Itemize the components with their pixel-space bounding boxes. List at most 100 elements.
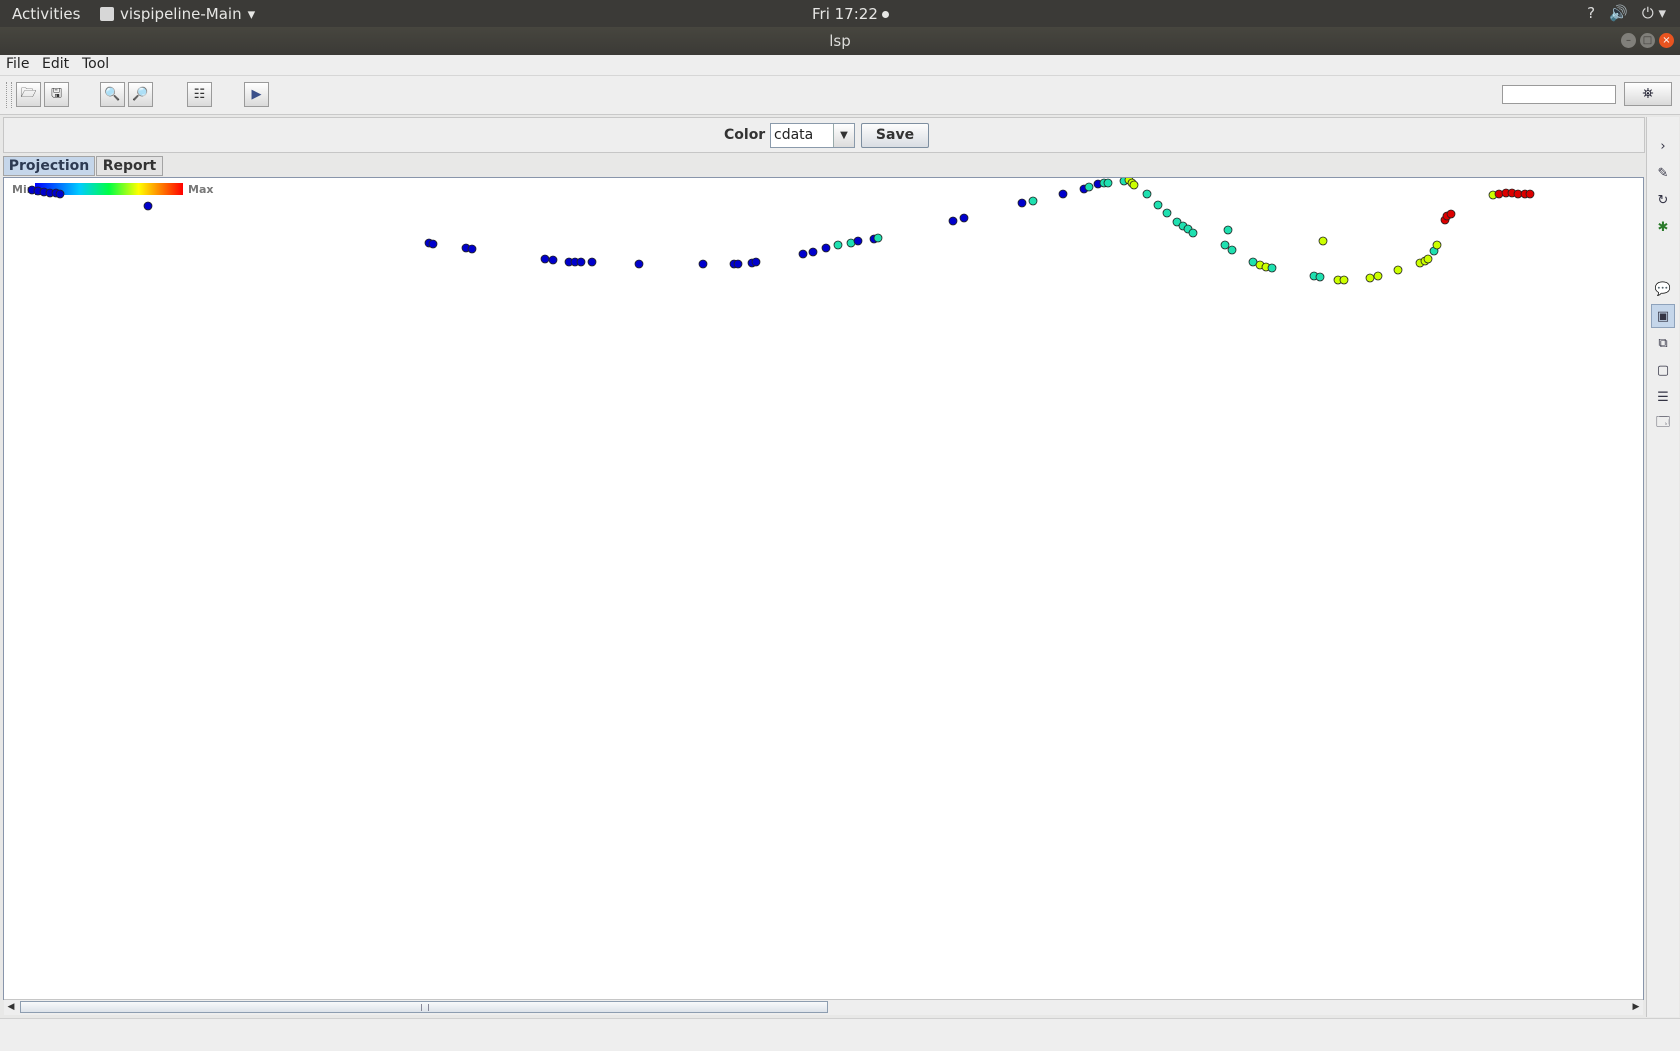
data-point[interactable] [540, 254, 550, 264]
color-label: Color [724, 127, 766, 143]
toolbar-grip[interactable] [6, 82, 12, 108]
checklist-button[interactable]: ☷ [187, 82, 212, 107]
zoom-out-button[interactable]: 🔎 [128, 82, 153, 107]
scrollbar-thumb[interactable] [20, 1001, 828, 1013]
axes-button[interactable]: ✱ [1651, 215, 1675, 239]
data-point[interactable] [1525, 189, 1535, 199]
data-point[interactable] [634, 259, 644, 269]
data-point[interactable] [853, 236, 863, 246]
clock[interactable]: Fri 17:22 [812, 5, 889, 23]
data-point[interactable] [959, 213, 969, 223]
data-point[interactable] [873, 233, 883, 243]
search-button[interactable]: ⛯ [1624, 82, 1672, 106]
frame-button[interactable]: ▢ [1651, 358, 1675, 382]
java-app-icon [100, 7, 114, 21]
app-menu[interactable]: vispipeline-Main ▾ [100, 5, 255, 23]
data-point[interactable] [1188, 228, 1198, 238]
tab-report[interactable]: Report [96, 156, 163, 176]
scroll-left-icon[interactable]: ◀ [4, 1000, 18, 1015]
save-button[interactable]: Save [861, 123, 929, 148]
data-point[interactable] [428, 239, 438, 249]
data-point[interactable] [1142, 189, 1152, 199]
data-point[interactable] [587, 257, 597, 267]
data-point[interactable] [1223, 225, 1233, 235]
selection-button[interactable]: ▣ [1651, 304, 1675, 328]
data-point[interactable] [1153, 200, 1163, 210]
scatter-plot[interactable]: Min Max [4, 178, 1643, 999]
copy-button[interactable]: ⧉ [1651, 331, 1675, 355]
window-button[interactable]: 🗔 [1651, 412, 1675, 436]
data-point[interactable] [1267, 263, 1277, 273]
data-point[interactable] [833, 240, 843, 250]
menu-tool[interactable]: Tool [82, 56, 109, 72]
activities-button[interactable]: Activities [12, 5, 80, 23]
window-controls: – □ × [1621, 33, 1674, 48]
search-input[interactable] [1502, 85, 1616, 104]
color-select[interactable]: cdata ▼ [770, 123, 855, 148]
data-point[interactable] [467, 244, 477, 254]
edit-note-button[interactable]: ✎ [1651, 161, 1675, 185]
data-point[interactable] [576, 257, 586, 267]
data-point[interactable] [1058, 189, 1068, 199]
speech-bubble-button[interactable]: 💬 [1651, 277, 1675, 301]
data-point[interactable] [733, 259, 743, 269]
gnome-top-bar: Activities vispipeline-Main ▾ Fri 17:22 … [0, 0, 1680, 27]
data-point[interactable] [1432, 240, 1442, 250]
window-titlebar: lsp – □ × [0, 27, 1680, 55]
data-point[interactable] [751, 257, 761, 267]
data-point[interactable] [698, 259, 708, 269]
projection-plot[interactable]: Min Max [3, 177, 1644, 1000]
network-question-icon: ? [1587, 4, 1596, 22]
play-button[interactable]: ▶ [244, 82, 269, 107]
data-points[interactable] [27, 178, 1535, 285]
maximize-button[interactable]: □ [1640, 33, 1655, 48]
binoculars-icon: ⛯ [1642, 86, 1654, 102]
save-file-button[interactable]: 🖫 [44, 82, 69, 107]
data-point[interactable] [798, 249, 808, 259]
refresh-button[interactable]: ↻ [1651, 188, 1675, 212]
expand-right-button[interactable]: › [1651, 134, 1675, 158]
data-point[interactable] [1373, 271, 1383, 281]
tab-projection[interactable]: Projection [3, 156, 95, 176]
data-point[interactable] [1227, 245, 1237, 255]
data-point[interactable] [1017, 198, 1027, 208]
data-point[interactable] [808, 247, 818, 257]
data-point[interactable] [1084, 182, 1094, 192]
table-button[interactable]: ☰ [1651, 385, 1675, 409]
data-point[interactable] [1162, 208, 1172, 218]
menu-file-label: File [6, 56, 30, 72]
data-point[interactable] [1129, 180, 1139, 190]
checklist-icon: ☷ [193, 87, 206, 102]
data-point[interactable] [548, 255, 558, 265]
open-button[interactable]: 🗁 [16, 82, 41, 107]
menu-bar: File Edit Tool [0, 55, 1680, 76]
clock-label: Fri 17:22 [812, 5, 878, 23]
zoom-in-button[interactable]: 🔍 [100, 82, 125, 107]
data-point[interactable] [1220, 240, 1230, 250]
data-point[interactable] [1315, 272, 1325, 282]
menu-file[interactable]: File [6, 56, 29, 72]
minimize-button[interactable]: – [1621, 33, 1636, 48]
data-point[interactable] [1103, 178, 1113, 188]
data-point[interactable] [1423, 254, 1433, 264]
data-point[interactable] [1446, 209, 1456, 219]
data-point[interactable] [1318, 236, 1328, 246]
chevron-down-icon[interactable]: ▼ [833, 124, 854, 147]
frame-icon: ▢ [1656, 362, 1670, 378]
data-point[interactable] [143, 201, 153, 211]
horizontal-scrollbar[interactable]: ◀ ▶ [4, 999, 1643, 1015]
data-point[interactable] [1365, 273, 1375, 283]
data-point[interactable] [55, 189, 65, 199]
data-point[interactable] [948, 216, 958, 226]
data-point[interactable] [1339, 275, 1349, 285]
system-tray[interactable]: ? 🔊 ⏻ ▾ [1587, 4, 1666, 22]
open-folder-icon: 🗁 [20, 85, 37, 101]
copy-icon: ⧉ [1658, 335, 1668, 351]
menu-edit[interactable]: Edit [42, 56, 69, 72]
data-point[interactable] [821, 243, 831, 253]
data-point[interactable] [1393, 265, 1403, 275]
scroll-right-icon[interactable]: ▶ [1629, 1000, 1643, 1015]
close-button[interactable]: × [1659, 33, 1674, 48]
window-title: lsp [829, 32, 851, 50]
data-point[interactable] [1028, 196, 1038, 206]
